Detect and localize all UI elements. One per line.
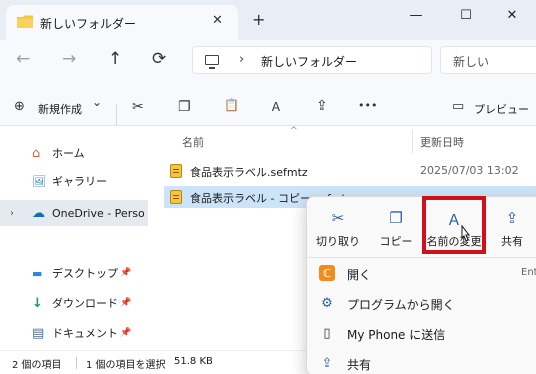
new-icon[interactable]: ⊕ (14, 99, 25, 114)
context-divider (307, 257, 536, 258)
pin-icon: 📌 (120, 298, 132, 308)
context-cut-button[interactable]: ✂ 切り取り (309, 203, 367, 255)
context-button-label: 切り取り (316, 235, 360, 248)
tab-new-folder[interactable]: 新しいフォルダー ✕ (6, 5, 238, 40)
phone-icon: ▯ (323, 325, 331, 341)
documents-icon: ▤ (32, 325, 45, 341)
toolbar-divider (116, 104, 117, 126)
breadcrumb-current-folder[interactable]: 新しいフォルダー (261, 53, 357, 70)
new-dropdown-icon[interactable]: ⌄ (92, 95, 102, 109)
file-name: 食品表示ラベル.sefmtz (190, 166, 308, 179)
context-button-label: 共有 (501, 235, 523, 248)
preview-button-label[interactable]: プレビュー (474, 101, 529, 117)
paste-icon[interactable]: 📋 (224, 98, 239, 112)
address-box[interactable]: › 新しいフォルダー (192, 46, 432, 74)
tab-title: 新しいフォルダー (40, 17, 137, 31)
share-icon[interactable]: ⇪ (316, 98, 328, 114)
open-with-icon: ⚙ (321, 295, 333, 311)
download-icon: ↓ (32, 295, 43, 311)
nav-item-onedrive[interactable]: › ☁ OneDrive - Perso (0, 200, 148, 226)
share-icon: ⇪ (321, 355, 333, 371)
highlight-box (422, 196, 486, 254)
title-bar: 新しいフォルダー ✕ + — ☐ ✕ (0, 0, 536, 40)
nav-item-desktop[interactable]: ▬ デスクトップ 📌 (0, 260, 148, 286)
pin-icon: 📌 (120, 328, 132, 338)
nav-item-documents[interactable]: ▤ ドキュメント 📌 (0, 320, 148, 346)
forward-icon[interactable]: → (62, 49, 76, 69)
context-item-label: 開く (347, 268, 372, 282)
selection-size: 51.8 KB (174, 356, 213, 367)
nav-item-downloads[interactable]: ↓ ダウンロード 📌 (0, 290, 148, 316)
pin-icon: 📌 (120, 268, 132, 278)
address-bar: ← → ↑ ⟳ › 新しいフォルダー 新しい (0, 40, 536, 80)
status-divider (76, 357, 77, 369)
context-item-share[interactable]: ⇪ 共有 (307, 349, 536, 374)
expand-chevron-icon[interactable]: › (10, 208, 14, 219)
copy-icon[interactable]: ❐ (178, 99, 191, 115)
context-share-button[interactable]: ⇪ 共有 (483, 203, 536, 255)
refresh-icon[interactable]: ⟳ (152, 49, 166, 69)
file-row[interactable]: 食品表示ラベル.sefmtz 2025/07/03 13:02 (164, 160, 536, 182)
shortcut-label: Ent (521, 267, 536, 278)
search-placeholder: 新しい (453, 55, 490, 69)
column-header-date[interactable]: 更新日時 (420, 134, 464, 150)
nav-item-label: ドキュメント (52, 327, 118, 340)
context-item-label: プログラムから開く (347, 298, 455, 312)
column-divider[interactable] (412, 130, 413, 154)
nav-item-label: ギャラリー (52, 175, 107, 188)
cut-icon[interactable]: ✂ (132, 99, 144, 115)
cloud-icon: ☁ (32, 205, 45, 221)
context-item-send-to-phone[interactable]: ▯ My Phone に送信 (307, 319, 536, 347)
gallery-icon: 🖼 (32, 174, 46, 188)
command-bar: ⊕ 新規作成 ⌄ ✂ ❐ 📋 Ａ ⇪ ••• ▭ プレビュー (0, 80, 536, 126)
breadcrumb-chevron-icon[interactable]: › (239, 52, 244, 67)
mouse-cursor-icon (461, 225, 471, 242)
context-item-open-with[interactable]: ⚙ プログラムから開く (307, 289, 536, 317)
minimize-button[interactable]: — (396, 4, 436, 26)
column-header-name[interactable]: 名前 (182, 134, 204, 150)
item-count: 2 個の項目 (12, 360, 62, 371)
copy-icon: ❐ (389, 209, 403, 227)
up-icon[interactable]: ↑ (108, 49, 122, 69)
cut-icon: ✂ (331, 209, 345, 227)
nav-item-label: ホーム (52, 147, 85, 160)
pc-icon (205, 55, 219, 69)
preview-icon[interactable]: ▭ (452, 99, 464, 114)
file-icon (170, 190, 182, 204)
desktop-icon: ▬ (32, 266, 43, 280)
search-input[interactable]: 新しい (440, 46, 536, 74)
more-icon[interactable]: ••• (358, 99, 377, 112)
home-icon: ⌂ (32, 145, 41, 161)
nav-item-label: デスクトップ (52, 267, 118, 280)
tab-close-icon[interactable]: ✕ (212, 13, 223, 28)
file-icon (170, 164, 182, 178)
nav-item-gallery[interactable]: 🖼 ギャラリー (0, 168, 148, 194)
new-tab-icon[interactable]: + (252, 10, 265, 29)
back-icon[interactable]: ← (16, 49, 30, 69)
context-button-label: コピー (379, 235, 413, 248)
file-date: 2025/07/03 13:02 (420, 164, 519, 177)
context-item-open[interactable]: ℂ 開く Ent (307, 259, 536, 287)
nav-item-label: ダウンロード (52, 297, 118, 310)
nav-item-home[interactable]: ⌂ ホーム (0, 140, 148, 166)
new-button-label[interactable]: 新規作成 (38, 101, 82, 117)
context-menu: ✂ 切り取り ❐ コピー Ａ 名前の変更 ⇪ 共有 ℂ 開く Ent ⚙ プログ… (306, 196, 536, 374)
maximize-button[interactable]: ☐ (446, 4, 486, 26)
context-copy-button[interactable]: ❐ コピー (367, 203, 425, 255)
share-icon: ⇪ (505, 209, 519, 227)
folder-icon (17, 15, 33, 28)
navigation-pane: ⌂ ホーム 🖼 ギャラリー › ☁ OneDrive - Perso ▬ デスク… (0, 126, 148, 350)
context-item-label: My Phone に送信 (347, 328, 446, 342)
nav-item-label: OneDrive - Perso (52, 206, 145, 220)
app-icon: ℂ (319, 265, 335, 281)
close-window-button[interactable]: ✕ (492, 4, 532, 26)
sort-caret-icon: ^ (290, 126, 298, 136)
selection-count: 1 個の項目を選択 (86, 360, 166, 371)
context-item-label: 共有 (347, 358, 372, 372)
rename-icon[interactable]: Ａ (270, 98, 282, 115)
